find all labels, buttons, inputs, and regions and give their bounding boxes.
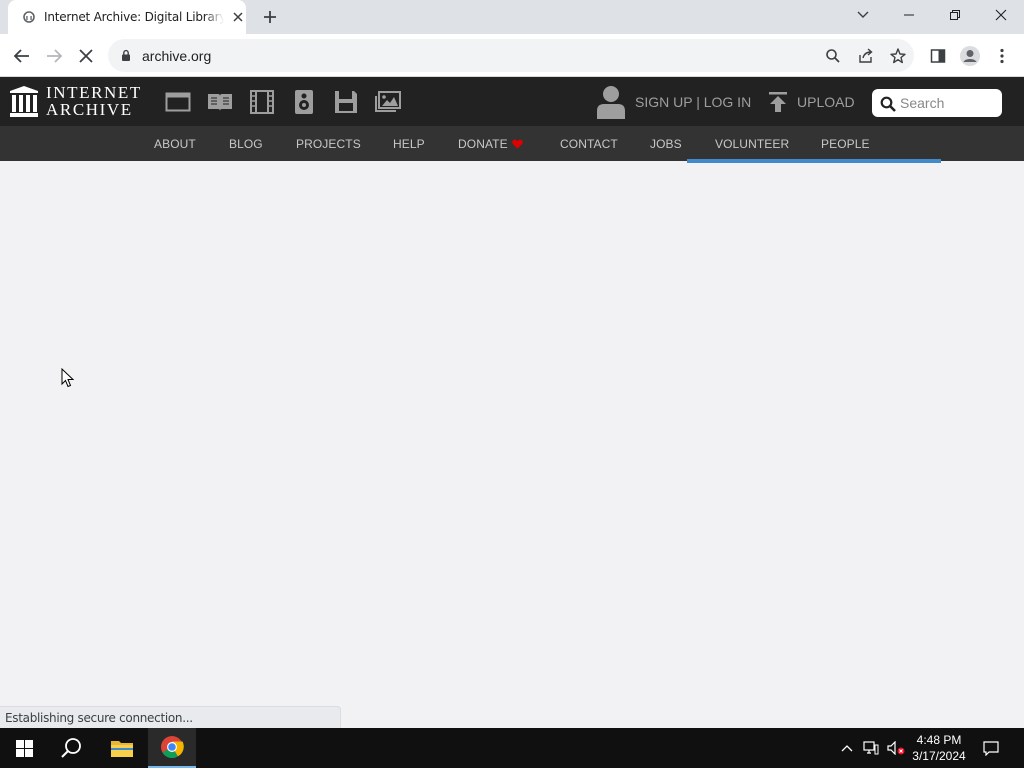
kebab-menu-icon — [1000, 48, 1004, 64]
status-text: Establishing secure connection... — [5, 711, 193, 725]
lock-icon[interactable] — [121, 49, 131, 62]
share-icon[interactable] — [857, 47, 875, 65]
software-icon[interactable] — [333, 90, 359, 114]
file-explorer-button[interactable] — [98, 728, 146, 768]
volume-muted-icon[interactable] — [884, 728, 908, 768]
nav-help[interactable]: HELP — [393, 137, 425, 151]
address-bar[interactable]: archive.org — [108, 39, 914, 72]
tab-search-icon[interactable] — [840, 0, 886, 30]
start-button[interactable] — [0, 728, 48, 768]
forward-button[interactable] — [42, 44, 66, 68]
clock[interactable]: 4:48 PM 3/17/2024 — [908, 732, 970, 764]
stop-loading-button[interactable] — [74, 44, 98, 68]
wordmark-line-2: ARCHIVE — [46, 100, 133, 119]
upload-link[interactable]: UPLOAD — [797, 94, 855, 110]
site-search-box[interactable] — [872, 89, 1002, 117]
zoom-search-icon[interactable] — [824, 47, 842, 65]
side-panel-button[interactable] — [926, 44, 950, 68]
profile-button[interactable] — [958, 44, 982, 68]
wordmark-line-1: INTERNET — [46, 83, 142, 102]
back-arrow-icon — [13, 49, 29, 63]
video-icon[interactable] — [249, 90, 275, 114]
windows-logo-icon — [15, 739, 33, 757]
bookmark-star-icon[interactable] — [889, 47, 907, 65]
browser-tab[interactable]: Internet Archive: Digital Library of Fre… — [8, 0, 246, 34]
nav-about[interactable]: ABOUT — [154, 137, 196, 151]
internet-archive-favicon — [23, 11, 35, 23]
new-tab-icon[interactable] — [260, 7, 280, 27]
search-icon — [61, 738, 81, 758]
url-text: archive.org — [142, 48, 212, 64]
page-content — [0, 163, 1024, 706]
internet-archive-logo-icon[interactable] — [10, 86, 38, 117]
restore-icon[interactable] — [932, 0, 978, 30]
site-nav: ABOUT BLOG PROJECTS HELP DONATE CONTACT … — [0, 126, 1024, 161]
site-header: INTERNET ARCHIVE SIGN UP | LOG IN UPLOAD… — [0, 77, 1024, 126]
action-center-button[interactable] — [976, 728, 1006, 768]
images-icon[interactable] — [375, 90, 401, 114]
notification-icon — [983, 740, 999, 756]
chrome-icon — [161, 736, 184, 759]
nav-volunteer[interactable]: VOLUNTEER — [715, 137, 789, 151]
back-button[interactable] — [10, 44, 34, 68]
windows-taskbar: 4:48 PM 3/17/2024 — [0, 728, 1024, 768]
web-icon[interactable] — [165, 90, 191, 114]
search-input[interactable] — [900, 94, 995, 112]
upload-icon[interactable] — [768, 91, 788, 113]
site-wordmark[interactable]: INTERNET ARCHIVE — [46, 84, 142, 118]
mouse-cursor-icon — [61, 368, 75, 388]
audio-icon[interactable] — [291, 90, 317, 114]
chrome-taskbar-button[interactable] — [148, 728, 196, 768]
network-icon[interactable] — [860, 728, 882, 768]
stop-icon — [79, 49, 93, 63]
status-bubble: Establishing secure connection... — [0, 706, 341, 728]
browser-toolbar: archive.org — [0, 34, 1024, 77]
texts-icon[interactable] — [207, 90, 233, 114]
folder-icon — [111, 741, 133, 757]
user-icon[interactable] — [596, 85, 626, 119]
tab-title: Internet Archive: Digital Library of Fre… — [44, 10, 224, 24]
avatar-icon — [960, 46, 980, 66]
tray-overflow-icon[interactable] — [836, 728, 858, 768]
search-icon[interactable] — [880, 96, 896, 112]
clock-time: 4:48 PM — [916, 733, 962, 747]
nav-blog[interactable]: BLOG — [229, 137, 263, 151]
forward-arrow-icon — [47, 49, 63, 63]
close-icon[interactable] — [230, 9, 246, 25]
menu-button[interactable] — [990, 44, 1014, 68]
signup-login-link[interactable]: SIGN UP | LOG IN — [635, 94, 751, 110]
nav-jobs[interactable]: JOBS — [650, 137, 682, 151]
minimize-icon[interactable] — [886, 0, 932, 30]
nav-donate[interactable]: DONATE — [458, 137, 508, 151]
nav-contact[interactable]: CONTACT — [560, 137, 618, 151]
clock-date: 3/17/2024 — [912, 749, 966, 763]
heart-icon — [512, 139, 523, 149]
taskbar-search-button[interactable] — [48, 728, 96, 768]
tab-strip: Internet Archive: Digital Library of Fre… — [0, 0, 1024, 34]
side-panel-icon — [930, 49, 946, 63]
nav-people[interactable]: PEOPLE — [821, 137, 870, 151]
nav-projects[interactable]: PROJECTS — [296, 137, 361, 151]
window-close-icon[interactable] — [978, 0, 1024, 30]
